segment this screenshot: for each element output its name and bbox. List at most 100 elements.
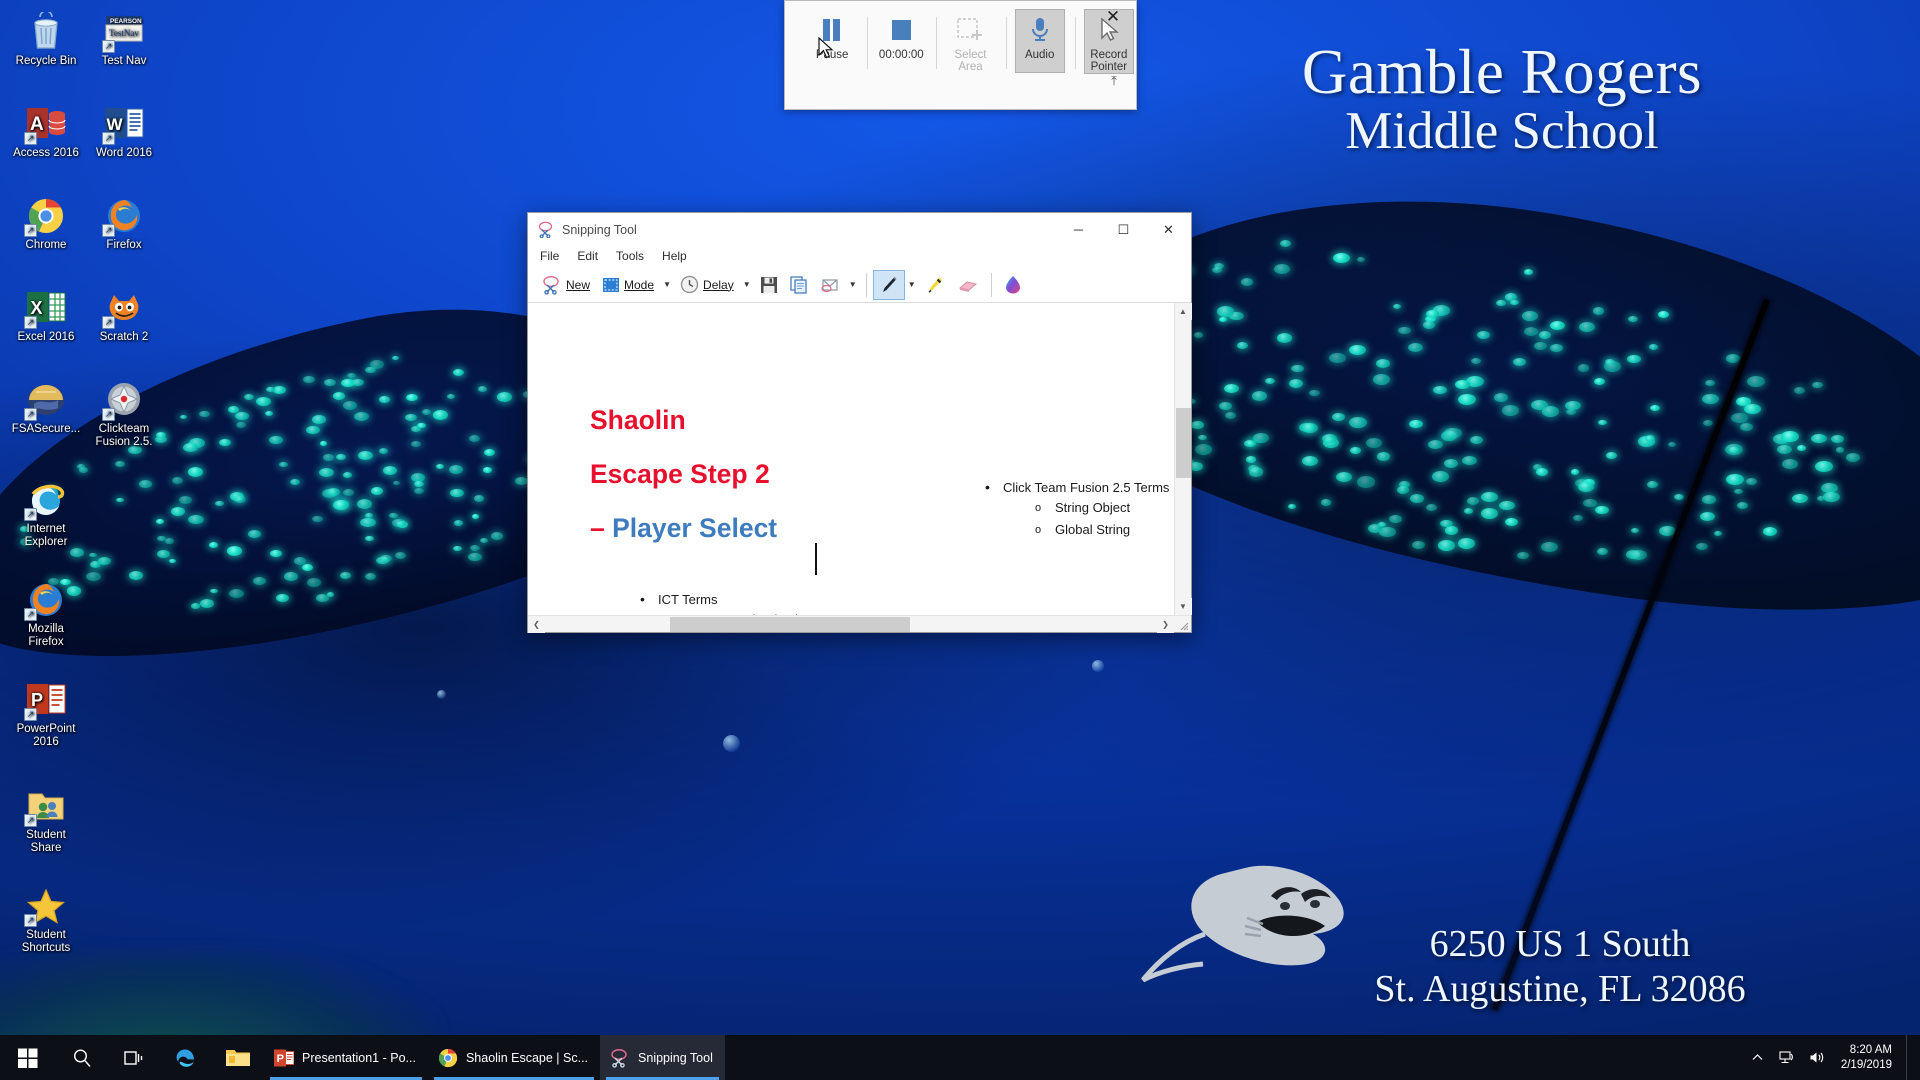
horizontal-scrollbar[interactable]: ❮ ❯ [528, 615, 1191, 632]
stingray-spot [1289, 379, 1303, 388]
desktop-icon-firefox[interactable]: Firefox [86, 192, 162, 254]
volume-icon[interactable] [1803, 1035, 1833, 1080]
recorder-stop-timer-button[interactable]: 00:00:00 [876, 9, 926, 73]
resize-grip-icon[interactable] [1177, 619, 1189, 631]
desktop-icon-fsasecure[interactable]: FSASecure... [8, 376, 84, 438]
scroll-left-arrow-icon[interactable]: ❮ [528, 616, 545, 633]
stingray-spot [1336, 472, 1352, 482]
stingray-spot [1747, 376, 1765, 387]
search-button[interactable] [56, 1035, 108, 1080]
stingray-spot [453, 369, 464, 376]
list-item: ICT Terms Properties / Values Objects / … [638, 590, 1018, 615]
scroll-right-arrow-icon[interactable]: ❯ [1157, 616, 1174, 633]
delay-dropdown-chevron-down-icon[interactable]: ▼ [740, 270, 754, 300]
taskbar-task-snipping-tool[interactable]: Snipping Tool [600, 1035, 725, 1080]
pearson-testnav-icon: PEARSON TestNav [104, 12, 144, 52]
taskbar-clock[interactable]: 8:20 AM 2/19/2019 [1833, 1035, 1906, 1080]
stingray-spot [303, 376, 315, 384]
stingray-spot [236, 422, 246, 428]
mode-button[interactable]: Mode [596, 270, 660, 300]
stingray-spot [1321, 499, 1331, 505]
new-snip-scissors-icon [542, 275, 562, 295]
new-snip-button[interactable]: New [536, 270, 596, 300]
start-button[interactable] [0, 1035, 56, 1080]
snipping-tool-titlebar[interactable]: Snipping Tool ─ ☐ ✕ [528, 213, 1191, 246]
screen-recorder-toolbar[interactable]: Pause 00:00:00 Select Area Audio Record … [784, 0, 1137, 110]
slide-title-line3-wrap: – Player Select [590, 501, 920, 555]
folder-users-icon [26, 786, 66, 826]
recorder-close-button[interactable]: ✕ [1104, 9, 1122, 27]
desktop-icon-word-2016[interactable]: W Word 2016 [86, 100, 162, 162]
eraser-tool-button[interactable] [951, 270, 985, 300]
taskbar-task-chrome[interactable]: Shaolin Escape | Sc... [428, 1035, 600, 1080]
stingray-spot [336, 454, 346, 460]
horizontal-scroll-thumb[interactable] [670, 617, 910, 632]
chevron-up-icon[interactable] [1743, 1035, 1773, 1080]
stingray-spot [284, 572, 298, 580]
mode-dropdown-chevron-down-icon[interactable]: ▼ [660, 270, 674, 300]
scroll-down-arrow-icon[interactable]: ▼ [1175, 598, 1192, 615]
desktop-icon-recycle-bin[interactable]: Recycle Bin [8, 8, 84, 70]
stingray-spot [1350, 447, 1360, 453]
desktop-icon-access-2016[interactable]: A Access 2016 [8, 100, 84, 162]
windows-taskbar[interactable]: P Presentation1 - Po... Shaolin Escape |… [0, 1035, 1920, 1080]
send-snip-dropdown-chevron-down-icon[interactable]: ▼ [846, 270, 860, 300]
recorder-pin-icon[interactable]: ⤒ [1106, 73, 1122, 89]
stingray-spot [1815, 461, 1832, 472]
stingray-spot [1777, 445, 1792, 454]
recorder-audio-button[interactable]: Audio [1015, 9, 1065, 73]
taskbar-pinned-file-explorer[interactable] [212, 1035, 264, 1080]
desktop-icon-internet-explorer[interactable]: Internet Explorer [8, 476, 84, 550]
stingray-spot [1219, 402, 1232, 410]
task-view-button[interactable] [108, 1035, 160, 1080]
pen-dropdown-chevron-down-icon[interactable]: ▼ [905, 270, 919, 300]
stingray-spot [1510, 300, 1518, 305]
stingray-spot [1249, 467, 1264, 476]
stingray-spot [1583, 499, 1596, 507]
stingray-spot [417, 423, 426, 428]
scroll-up-arrow-icon[interactable]: ▲ [1175, 303, 1192, 320]
menu-item-file[interactable]: File [538, 248, 568, 265]
taskbar-task-powerpoint[interactable]: P Presentation1 - Po... [264, 1035, 428, 1080]
stingray-spot [1398, 327, 1411, 335]
desktop-icon-clickteam-fusion-2-5[interactable]: Clickteam Fusion 2.5. [86, 376, 162, 450]
search-icon [72, 1048, 92, 1068]
stingray-spot [1513, 358, 1526, 366]
minimize-button[interactable]: ─ [1056, 214, 1101, 246]
desktop-icon-test-nav[interactable]: PEARSON TestNav Test Nav [86, 8, 162, 70]
desktop-icon-scratch-2[interactable]: Scratch 2 [86, 284, 162, 346]
menu-item-tools[interactable]: Tools [614, 248, 653, 265]
recorder-select-area-button[interactable]: Select Area [945, 9, 995, 74]
pen-tool-button[interactable] [873, 270, 905, 300]
maximize-button[interactable]: ☐ [1101, 214, 1146, 246]
save-snip-button[interactable] [754, 270, 784, 300]
recorder-record-pointer-label: Record Pointer [1085, 49, 1133, 73]
desktop-icon-chrome[interactable]: Chrome [8, 192, 84, 254]
highlighter-tool-button[interactable] [919, 270, 951, 300]
vertical-scrollbar[interactable]: ▲ ▼ [1174, 303, 1191, 615]
desktop-icon-excel-2016[interactable]: X Excel 2016 [8, 284, 84, 346]
network-icon[interactable] [1773, 1035, 1803, 1080]
recorder-timer-label: 00:00:00 [879, 49, 924, 61]
desktop-icon-student-share[interactable]: Student Share [8, 782, 84, 856]
desktop-icon-student-shortcuts[interactable]: Student Shortcuts [8, 882, 84, 956]
snip-image-canvas[interactable]: Shaolin Escape Step 2 – Player Select Cl… [528, 303, 1174, 615]
desktop-icon-mozilla-firefox[interactable]: Mozilla Firefox [8, 576, 84, 650]
stingray-spot [1198, 435, 1207, 440]
close-button[interactable]: ✕ [1146, 214, 1191, 246]
taskbar-pinned-edge[interactable] [160, 1035, 212, 1080]
menu-item-help[interactable]: Help [660, 248, 696, 265]
stingray-spot [1726, 354, 1741, 363]
desktop-icon-powerpoint-2016[interactable]: P PowerPoint 2016 [8, 676, 84, 750]
delay-button[interactable]: Delay [674, 270, 740, 300]
snipping-tool-window[interactable]: Snipping Tool ─ ☐ ✕ File Edit Tools Help… [527, 212, 1192, 633]
shortcut-overlay-icon [24, 224, 37, 237]
send-snip-button[interactable] [814, 270, 846, 300]
paint-3d-button[interactable] [998, 270, 1028, 300]
copy-snip-button[interactable] [784, 270, 814, 300]
show-desktop-button[interactable] [1906, 1035, 1914, 1080]
stingray-spot [1566, 409, 1576, 415]
windows-start-icon [18, 1048, 38, 1068]
vertical-scroll-thumb[interactable] [1176, 408, 1191, 478]
menu-item-edit[interactable]: Edit [575, 248, 607, 265]
